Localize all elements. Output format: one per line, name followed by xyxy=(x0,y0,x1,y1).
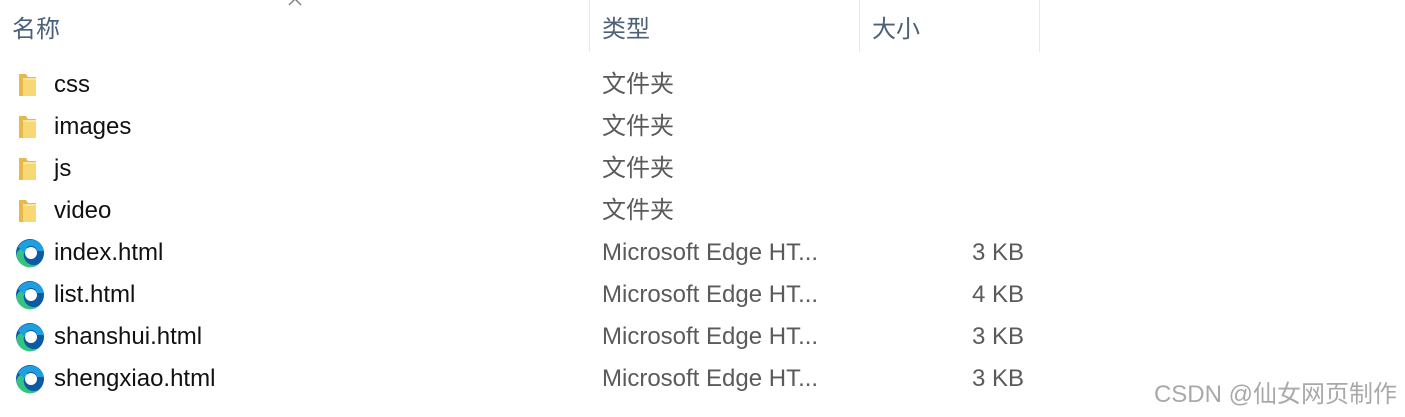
file-size: 3 KB xyxy=(971,239,1024,266)
file-type: Microsoft Edge HT... xyxy=(602,239,819,266)
watermark-text: CSDN @仙女网页制作 xyxy=(1153,381,1397,408)
file-name: index.html xyxy=(54,239,164,266)
file-size: 3 KB xyxy=(971,323,1024,350)
file-row-js[interactable]: js 文件夹 xyxy=(0,148,1405,190)
file-row-images[interactable]: images 文件夹 xyxy=(0,106,1405,148)
file-type: 文件夹 xyxy=(602,155,674,182)
column-header-type[interactable]: 类型 xyxy=(590,0,860,52)
file-name: shengxiao.html xyxy=(54,365,216,392)
file-name: images xyxy=(54,113,132,140)
file-type: Microsoft Edge HT... xyxy=(602,365,819,392)
file-type: Microsoft Edge HT... xyxy=(602,323,819,350)
file-name: js xyxy=(54,155,72,182)
file-size: 3 KB xyxy=(971,365,1024,392)
file-name: shanshui.html xyxy=(54,323,203,350)
file-name: css xyxy=(54,71,90,98)
file-row-css[interactable]: css 文件夹 xyxy=(0,64,1405,106)
edge-icon xyxy=(16,281,44,310)
column-header-bar: 名称 类型 大小 xyxy=(0,0,1405,52)
file-type: 文件夹 xyxy=(602,71,674,98)
file-list: css 文件夹 images 文件夹 js 文件夹 video 文件夹 inde… xyxy=(0,64,1405,400)
edge-icon xyxy=(16,239,44,268)
file-row-list-html[interactable]: list.html Microsoft Edge HT... 4 KB xyxy=(0,274,1405,316)
file-name: video xyxy=(54,197,112,224)
file-explorer-list: 名称 类型 大小 css 文件夹 images 文件夹 js 文件夹 video… xyxy=(0,0,1405,417)
column-header-type-label: 类型 xyxy=(602,15,650,43)
file-row-video[interactable]: video 文件夹 xyxy=(0,190,1405,232)
file-type: 文件夹 xyxy=(602,113,674,140)
edge-icon xyxy=(16,365,44,394)
folder-icon xyxy=(19,116,36,138)
file-size: 4 KB xyxy=(971,281,1024,308)
file-row-index-html[interactable]: index.html Microsoft Edge HT... 3 KB xyxy=(0,232,1405,274)
file-name: list.html xyxy=(54,281,136,308)
folder-icon xyxy=(19,200,36,222)
column-header-name[interactable]: 名称 xyxy=(0,0,590,52)
file-type: 文件夹 xyxy=(602,197,674,224)
column-header-size-label: 大小 xyxy=(872,15,920,43)
file-row-shanshui-html[interactable]: shanshui.html Microsoft Edge HT... 3 KB xyxy=(0,316,1405,358)
column-header-name-label: 名称 xyxy=(12,15,60,43)
column-header-size[interactable]: 大小 xyxy=(860,0,1040,52)
folder-icon xyxy=(19,158,36,180)
folder-icon xyxy=(19,74,36,96)
edge-icon xyxy=(16,323,44,352)
file-type: Microsoft Edge HT... xyxy=(602,281,819,308)
